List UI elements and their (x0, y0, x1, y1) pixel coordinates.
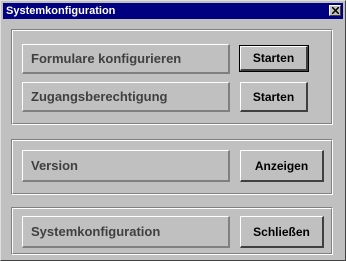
label-formulare-konfigurieren: Formulare konfigurieren (22, 44, 230, 74)
close-button[interactable] (329, 5, 341, 16)
label-systemkonfiguration: Systemkonfiguration (22, 216, 230, 248)
group-forms-access: Formulare konfigurieren Starten Zugangsb… (11, 29, 333, 125)
group-close: Systemkonfiguration Schließen (11, 207, 333, 255)
title-bar[interactable]: Systemkonfiguration (3, 3, 343, 19)
close-dialog-button[interactable]: Schließen (240, 216, 324, 248)
start-access-button[interactable]: Starten (240, 82, 308, 112)
show-version-button[interactable]: Anzeigen (240, 150, 324, 182)
label-zugangsberechtigung: Zugangsberechtigung (22, 82, 230, 112)
window-title: Systemkonfiguration (6, 5, 116, 17)
close-icon (332, 7, 339, 14)
start-forms-button[interactable]: Starten (239, 45, 309, 72)
label-version: Version (22, 150, 230, 182)
group-version: Version Anzeigen (11, 139, 333, 195)
dialog-window: Systemkonfiguration Formulare konfigurie… (0, 0, 346, 261)
